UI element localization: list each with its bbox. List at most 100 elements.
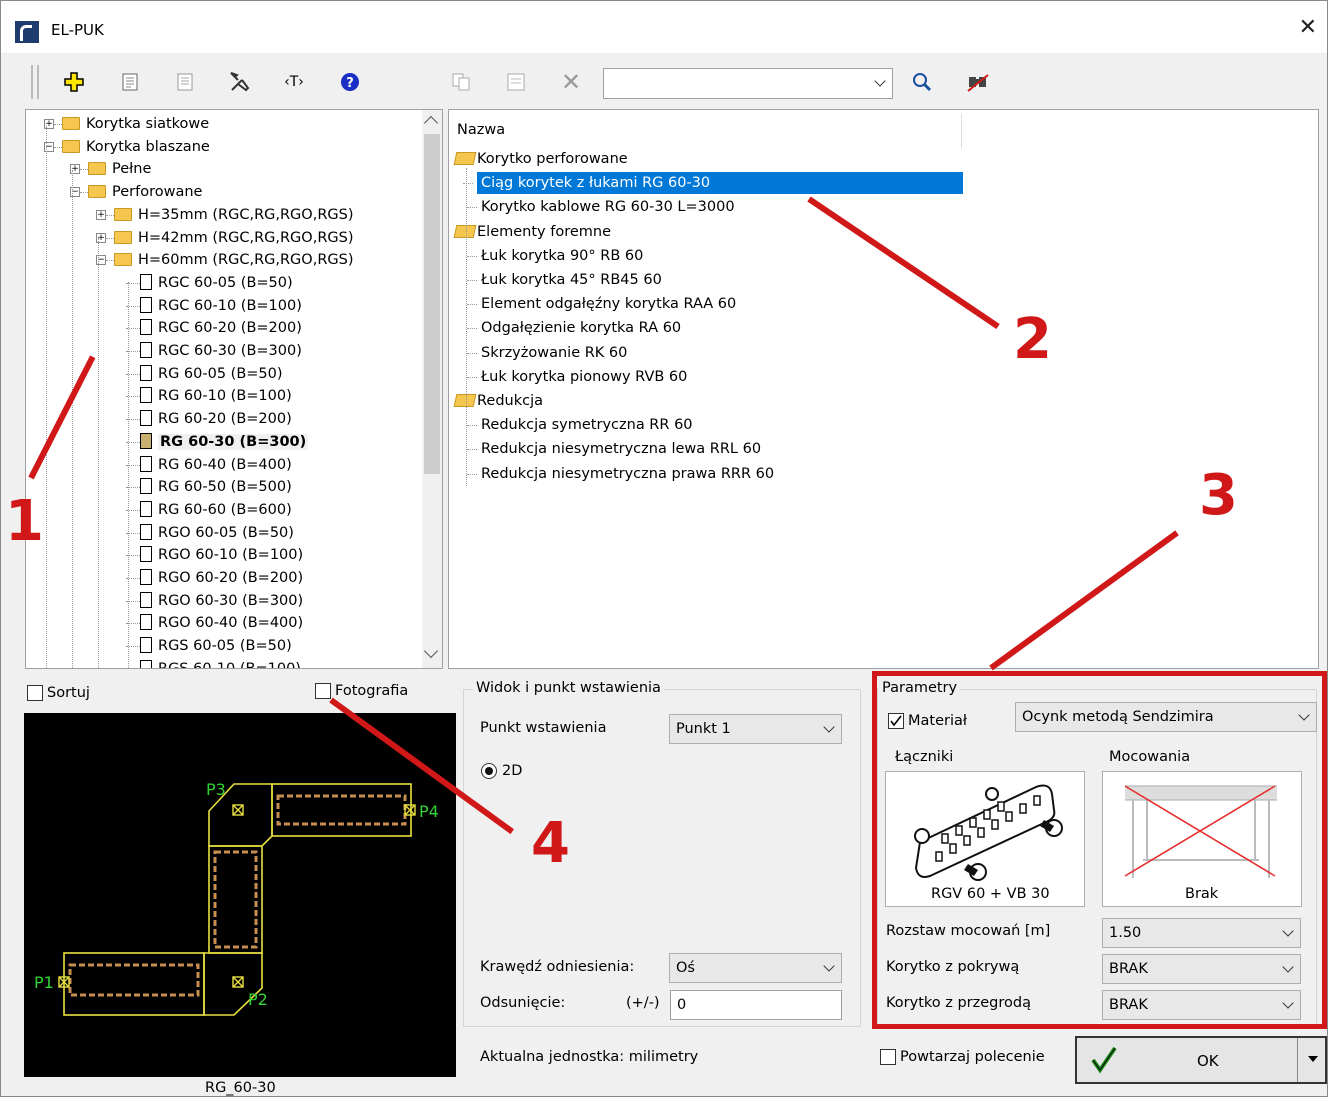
list-group[interactable]: Elementy foremne	[453, 221, 611, 243]
tree-node[interactable]: + H=35mm (RGC,RG,RGO,RGS)	[96, 204, 354, 226]
search-icon[interactable]	[905, 65, 939, 99]
list-item[interactable]: Skrzyżowanie RK 60	[467, 342, 627, 364]
properties-icon[interactable]	[113, 65, 147, 99]
ok-button[interactable]: OK	[1075, 1036, 1327, 1084]
document-icon	[140, 296, 152, 313]
list-item[interactable]: Odgałęzienie korytka RA 60	[467, 317, 681, 339]
insert-point-select[interactable]: Punkt 1	[669, 714, 842, 744]
tree-node[interactable]: RGC 60-05 (B=50)	[126, 272, 293, 294]
point-label-p1: P1	[34, 973, 54, 992]
tree-scrollbar[interactable]	[422, 110, 442, 668]
tree-node[interactable]: RGO 60-40 (B=400)	[126, 612, 303, 634]
document-icon	[140, 432, 152, 449]
list-item[interactable]: Ciąg korytek z łukami RG 60-30	[463, 172, 963, 195]
folder-icon	[88, 162, 106, 176]
list-header-name[interactable]: Nazwa	[457, 122, 505, 138]
list-item[interactable]: Redukcja niesymetryczna prawa RRR 60	[467, 463, 774, 485]
list-item-label: Łuk korytka pionowy RVB 60	[481, 368, 688, 385]
tools-icon[interactable]	[223, 65, 257, 99]
tree-node[interactable]: RGO 60-30 (B=300)	[126, 590, 303, 612]
open-folder-icon	[453, 394, 477, 407]
tree-node[interactable]: RGO 60-10 (B=100)	[126, 544, 304, 566]
view-2d-radio[interactable]	[481, 763, 497, 779]
delete-icon[interactable]: ✕	[554, 65, 588, 99]
dropdown-arrow-icon[interactable]	[1308, 1056, 1318, 1062]
tree-node[interactable]: − H=60mm (RGC,RG,RGO,RGS)	[96, 249, 354, 271]
list-item[interactable]: Redukcja niesymetryczna lewa RRL 60	[467, 438, 761, 460]
tree-node[interactable]: RG 60-50 (B=500)	[126, 476, 292, 498]
repeat-checkbox[interactable]	[880, 1049, 896, 1065]
folder-icon	[62, 117, 80, 130]
list-group[interactable]: Korytko perforowane	[453, 148, 628, 170]
annotation-number-4: 4	[531, 811, 570, 876]
document-icon	[140, 273, 152, 290]
list-item[interactable]: Redukcja symetryczna RR 60	[467, 414, 693, 436]
tree-node[interactable]: RG 60-30 (B=300)	[126, 431, 309, 453]
tree-node[interactable]: − Korytka blaszane	[44, 136, 210, 158]
close-icon[interactable]: ✕	[1299, 15, 1317, 40]
edge-select[interactable]: Oś	[669, 953, 842, 983]
offset-input[interactable]: 0	[670, 990, 842, 1020]
list-group[interactable]: Redukcja	[453, 390, 543, 412]
list-item[interactable]: Łuk korytka 90° RB 60	[467, 245, 644, 267]
find-next-icon[interactable]	[961, 65, 995, 99]
document-icon	[140, 569, 152, 585]
tree-node[interactable]: RGS 60-05 (B=50)	[126, 635, 292, 657]
tree-node[interactable]: + Korytka siatkowe	[44, 113, 209, 135]
copy-icon[interactable]	[444, 65, 478, 99]
annotation-number-3: 3	[1199, 463, 1238, 528]
tree-node-label: RGO 60-10 (B=100)	[158, 547, 304, 564]
scroll-down-icon[interactable]	[423, 643, 439, 659]
tree-node[interactable]: RGC 60-10 (B=100)	[126, 295, 302, 317]
list-connector	[467, 376, 477, 378]
list-guide-line	[466, 168, 467, 486]
document-icon	[140, 659, 152, 668]
tree-node[interactable]: RGC 60-20 (B=200)	[126, 317, 302, 339]
sort-checkbox[interactable]	[27, 685, 43, 701]
tree-node[interactable]: RG 60-20 (B=200)	[126, 408, 292, 430]
radio-dot	[485, 767, 493, 775]
tree-scroll-thumb[interactable]	[424, 134, 440, 474]
tree-node[interactable]: RGS 60-10 (B=100)	[140, 658, 301, 668]
scroll-up-icon[interactable]	[423, 115, 439, 131]
list-connector	[467, 449, 477, 451]
text-tag-icon[interactable]: ‹T›	[277, 65, 311, 99]
expand-icon[interactable]: +	[96, 209, 106, 220]
search-combo[interactable]	[603, 68, 893, 99]
list-item[interactable]: Element odgałęźny korytka RAA 60	[467, 293, 736, 315]
tree-node[interactable]: RG 60-10 (B=100)	[126, 385, 292, 407]
list-item-label: Korytko kablowe RG 60-30 L=3000	[481, 199, 735, 216]
tree-node-label: Perforowane	[112, 184, 203, 201]
document-icon	[140, 546, 152, 563]
edit-icon[interactable]	[499, 65, 533, 99]
tree-node-label: RGO 60-05 (B=50)	[158, 524, 294, 541]
element-list[interactable]: Nazwa Korytko perforowane Ciąg korytek z …	[448, 109, 1319, 669]
tree-node[interactable]: RG 60-60 (B=600)	[126, 499, 292, 521]
tree-node[interactable]: RG 60-40 (B=400)	[126, 454, 292, 476]
tree-node[interactable]: RG 60-05 (B=50)	[126, 363, 283, 385]
tree-node[interactable]: RGC 60-30 (B=300)	[126, 340, 302, 362]
list-connector	[467, 328, 477, 330]
list-icon[interactable]	[168, 65, 202, 99]
column-separator[interactable]	[961, 114, 962, 148]
preview-canvas: P3 P4 P1 P2	[24, 713, 456, 1077]
photo-checkbox[interactable]	[315, 683, 331, 699]
tree-node[interactable]: RGO 60-05 (B=50)	[126, 522, 294, 544]
list-item[interactable]: Łuk korytka 45° RB45 60	[467, 269, 662, 291]
document-icon	[140, 364, 152, 381]
tree-node[interactable]: − Perforowane	[70, 181, 203, 203]
tree-node[interactable]: + H=42mm (RGC,RG,RGO,RGS)	[96, 227, 354, 249]
tree-connector	[106, 237, 114, 239]
help-icon[interactable]: ?	[333, 65, 367, 99]
tree-node-label: RG 60-50 (B=500)	[158, 479, 292, 496]
tree-node[interactable]: + Pełne	[70, 158, 151, 180]
add-icon[interactable]	[57, 65, 91, 99]
document-icon	[140, 455, 152, 472]
list-item[interactable]: Korytko kablowe RG 60-30 L=3000	[467, 196, 735, 218]
tree-node[interactable]: RGO 60-20 (B=200)	[126, 567, 303, 589]
annotation-box-3	[872, 671, 1327, 1029]
list-item-label: Ciąg korytek z łukami RG 60-30	[481, 175, 711, 192]
category-tree[interactable]: + Korytka siatkowe − Korytka blaszane + Pełne…	[25, 109, 443, 669]
list-item[interactable]: Łuk korytka pionowy RVB 60	[467, 366, 688, 388]
list-item-label: Łuk korytka 90° RB 60	[481, 247, 644, 264]
